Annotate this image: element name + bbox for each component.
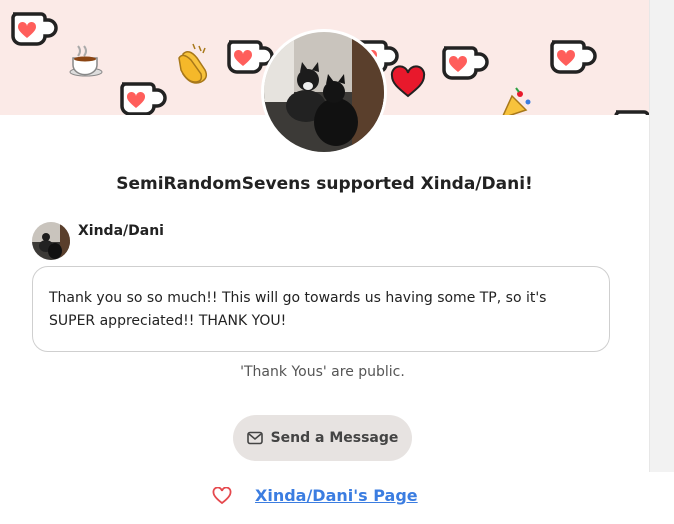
kofi-cup-icon (227, 40, 274, 74)
support-card: SemiRandomSevens supported Xinda/Dani! X… (0, 0, 649, 524)
page-title: SemiRandomSevens supported Xinda/Dani! (116, 174, 533, 194)
supporter-row: Xinda/Dani (32, 222, 164, 260)
send-message-label: Send a Message (270, 430, 399, 446)
heart-outline-icon (212, 486, 232, 504)
thank-you-message: Thank you so so much!! This will go towa… (32, 266, 610, 352)
cats-photo (264, 32, 384, 152)
party-popper-icon (502, 87, 531, 115)
heart-icon (390, 65, 426, 98)
right-edge-panel (649, 0, 674, 472)
kofi-cup-icon (120, 82, 167, 115)
supporter-photo (32, 222, 70, 260)
public-note: 'Thank Yous' are public. (240, 364, 405, 380)
page-link-row: Xinda/Dani's Page (212, 486, 418, 505)
recipient-page-link[interactable]: Xinda/Dani's Page (255, 486, 418, 505)
kofi-cup-icon (11, 12, 58, 46)
clapping-hands-icon (178, 43, 208, 84)
supporter-avatar (32, 222, 70, 260)
send-message-button[interactable]: Send a Message (233, 415, 412, 461)
coffee-cup-icon (69, 45, 103, 77)
kofi-cup-icon (550, 40, 597, 74)
supporter-name: Xinda/Dani (78, 223, 164, 239)
mail-icon (246, 431, 263, 445)
recipient-avatar (264, 32, 384, 152)
kofi-cup-icon (442, 46, 489, 80)
kofi-cup-icon (614, 110, 649, 115)
